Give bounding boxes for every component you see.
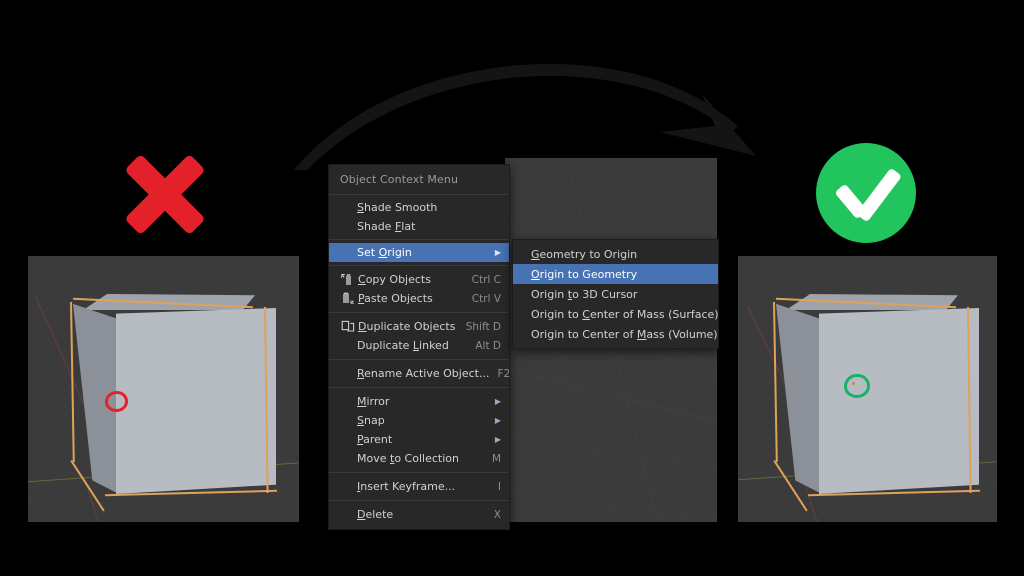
menu-item-rename-active-object[interactable]: Rename Active Object... F2 <box>329 364 511 383</box>
copy-icon <box>341 273 356 286</box>
menu-separator <box>329 359 509 360</box>
after-viewport[interactable] <box>738 256 997 522</box>
menu-item-insert-keyframe[interactable]: Insert Keyframe... I <box>329 477 509 496</box>
menu-item-paste-objects[interactable]: Paste Objects Ctrl V <box>329 289 509 308</box>
cross-icon <box>112 144 217 244</box>
menu-separator <box>329 387 509 388</box>
menu-shortcut: Shift D <box>465 320 501 333</box>
chevron-right-icon: ▶ <box>494 416 501 425</box>
menu-separator <box>329 500 509 501</box>
menu-title: Object Context Menu <box>340 173 459 186</box>
chevron-right-icon: ▶ <box>494 397 501 406</box>
menu-item-copy-objects[interactable]: Copy Objects Ctrl C <box>329 270 509 289</box>
menu-item-shade-smooth[interactable]: Shade Smooth <box>329 198 509 217</box>
menu-item-snap[interactable]: Snap ▶ <box>329 411 509 430</box>
menu-item-delete[interactable]: Delete X <box>329 505 509 524</box>
chevron-right-icon: ▶ <box>494 248 501 257</box>
menu-item-set-origin[interactable]: Set Origin ▶ <box>329 243 509 262</box>
menu-item-mirror[interactable]: Mirror ▶ <box>329 392 509 411</box>
submenu-item-label: Origin to Center of Mass (Surface) <box>531 307 719 321</box>
menu-shortcut: Alt D <box>475 339 501 352</box>
submenu-item-label: Geometry to Origin <box>531 247 638 261</box>
check-icon <box>816 143 916 243</box>
submenu-item-geometry-to-origin[interactable]: Geometry to Origin <box>513 244 718 264</box>
menu-shortcut: F2 <box>497 367 511 380</box>
submenu-item-label: Origin to 3D Cursor <box>531 287 638 301</box>
submenu-item-origin-to-center-of-mass-volume[interactable]: Origin to Center of Mass (Volume) <box>513 324 718 344</box>
origin-annotation-after <box>844 374 870 398</box>
curved-arrow-icon <box>286 60 756 176</box>
duplicate-icon <box>341 320 356 333</box>
menu-item-duplicate-linked[interactable]: Duplicate Linked Alt D <box>329 336 509 355</box>
menu-item-parent[interactable]: Parent ▶ <box>329 430 509 449</box>
submenu-item-label: Origin to Center of Mass (Volume) <box>531 327 718 341</box>
menu-separator <box>329 194 509 195</box>
menu-separator <box>329 239 509 240</box>
menu-shortcut: I <box>497 480 501 493</box>
menu-separator <box>329 265 509 266</box>
cube-before <box>63 294 277 512</box>
submenu-item-origin-to-3d-cursor[interactable]: Origin to 3D Cursor <box>513 284 718 304</box>
object-context-menu[interactable]: Object Context Menu Shade Smooth Shade F… <box>328 164 510 530</box>
menu-shortcut: Ctrl V <box>471 292 501 305</box>
menu-separator <box>329 312 509 313</box>
menu-item-duplicate-objects[interactable]: Duplicate Objects Shift D <box>329 317 509 336</box>
paste-icon <box>341 292 356 305</box>
menu-shortcut: Ctrl C <box>471 273 501 286</box>
menu-separator <box>329 472 509 473</box>
menu-item-move-to-collection[interactable]: Move to Collection M <box>329 449 509 468</box>
submenu-item-origin-to-geometry[interactable]: Origin to Geometry <box>513 264 718 284</box>
menu-shortcut: X <box>493 508 501 521</box>
chevron-right-icon: ▶ <box>494 435 501 444</box>
menu-shortcut: M <box>491 452 501 465</box>
cube-after <box>766 294 980 512</box>
screenshot-root: Object Context Menu Shade Smooth Shade F… <box>0 0 1024 576</box>
set-origin-submenu[interactable]: Geometry to Origin Origin to Geometry Or… <box>512 239 719 349</box>
before-viewport[interactable] <box>28 256 299 522</box>
submenu-item-label: Origin to Geometry <box>531 267 638 281</box>
menu-item-shade-flat[interactable]: Shade Flat <box>329 217 509 236</box>
origin-annotation-before <box>105 391 128 412</box>
submenu-item-origin-to-center-of-mass-surface[interactable]: Origin to Center of Mass (Surface) <box>513 304 719 324</box>
